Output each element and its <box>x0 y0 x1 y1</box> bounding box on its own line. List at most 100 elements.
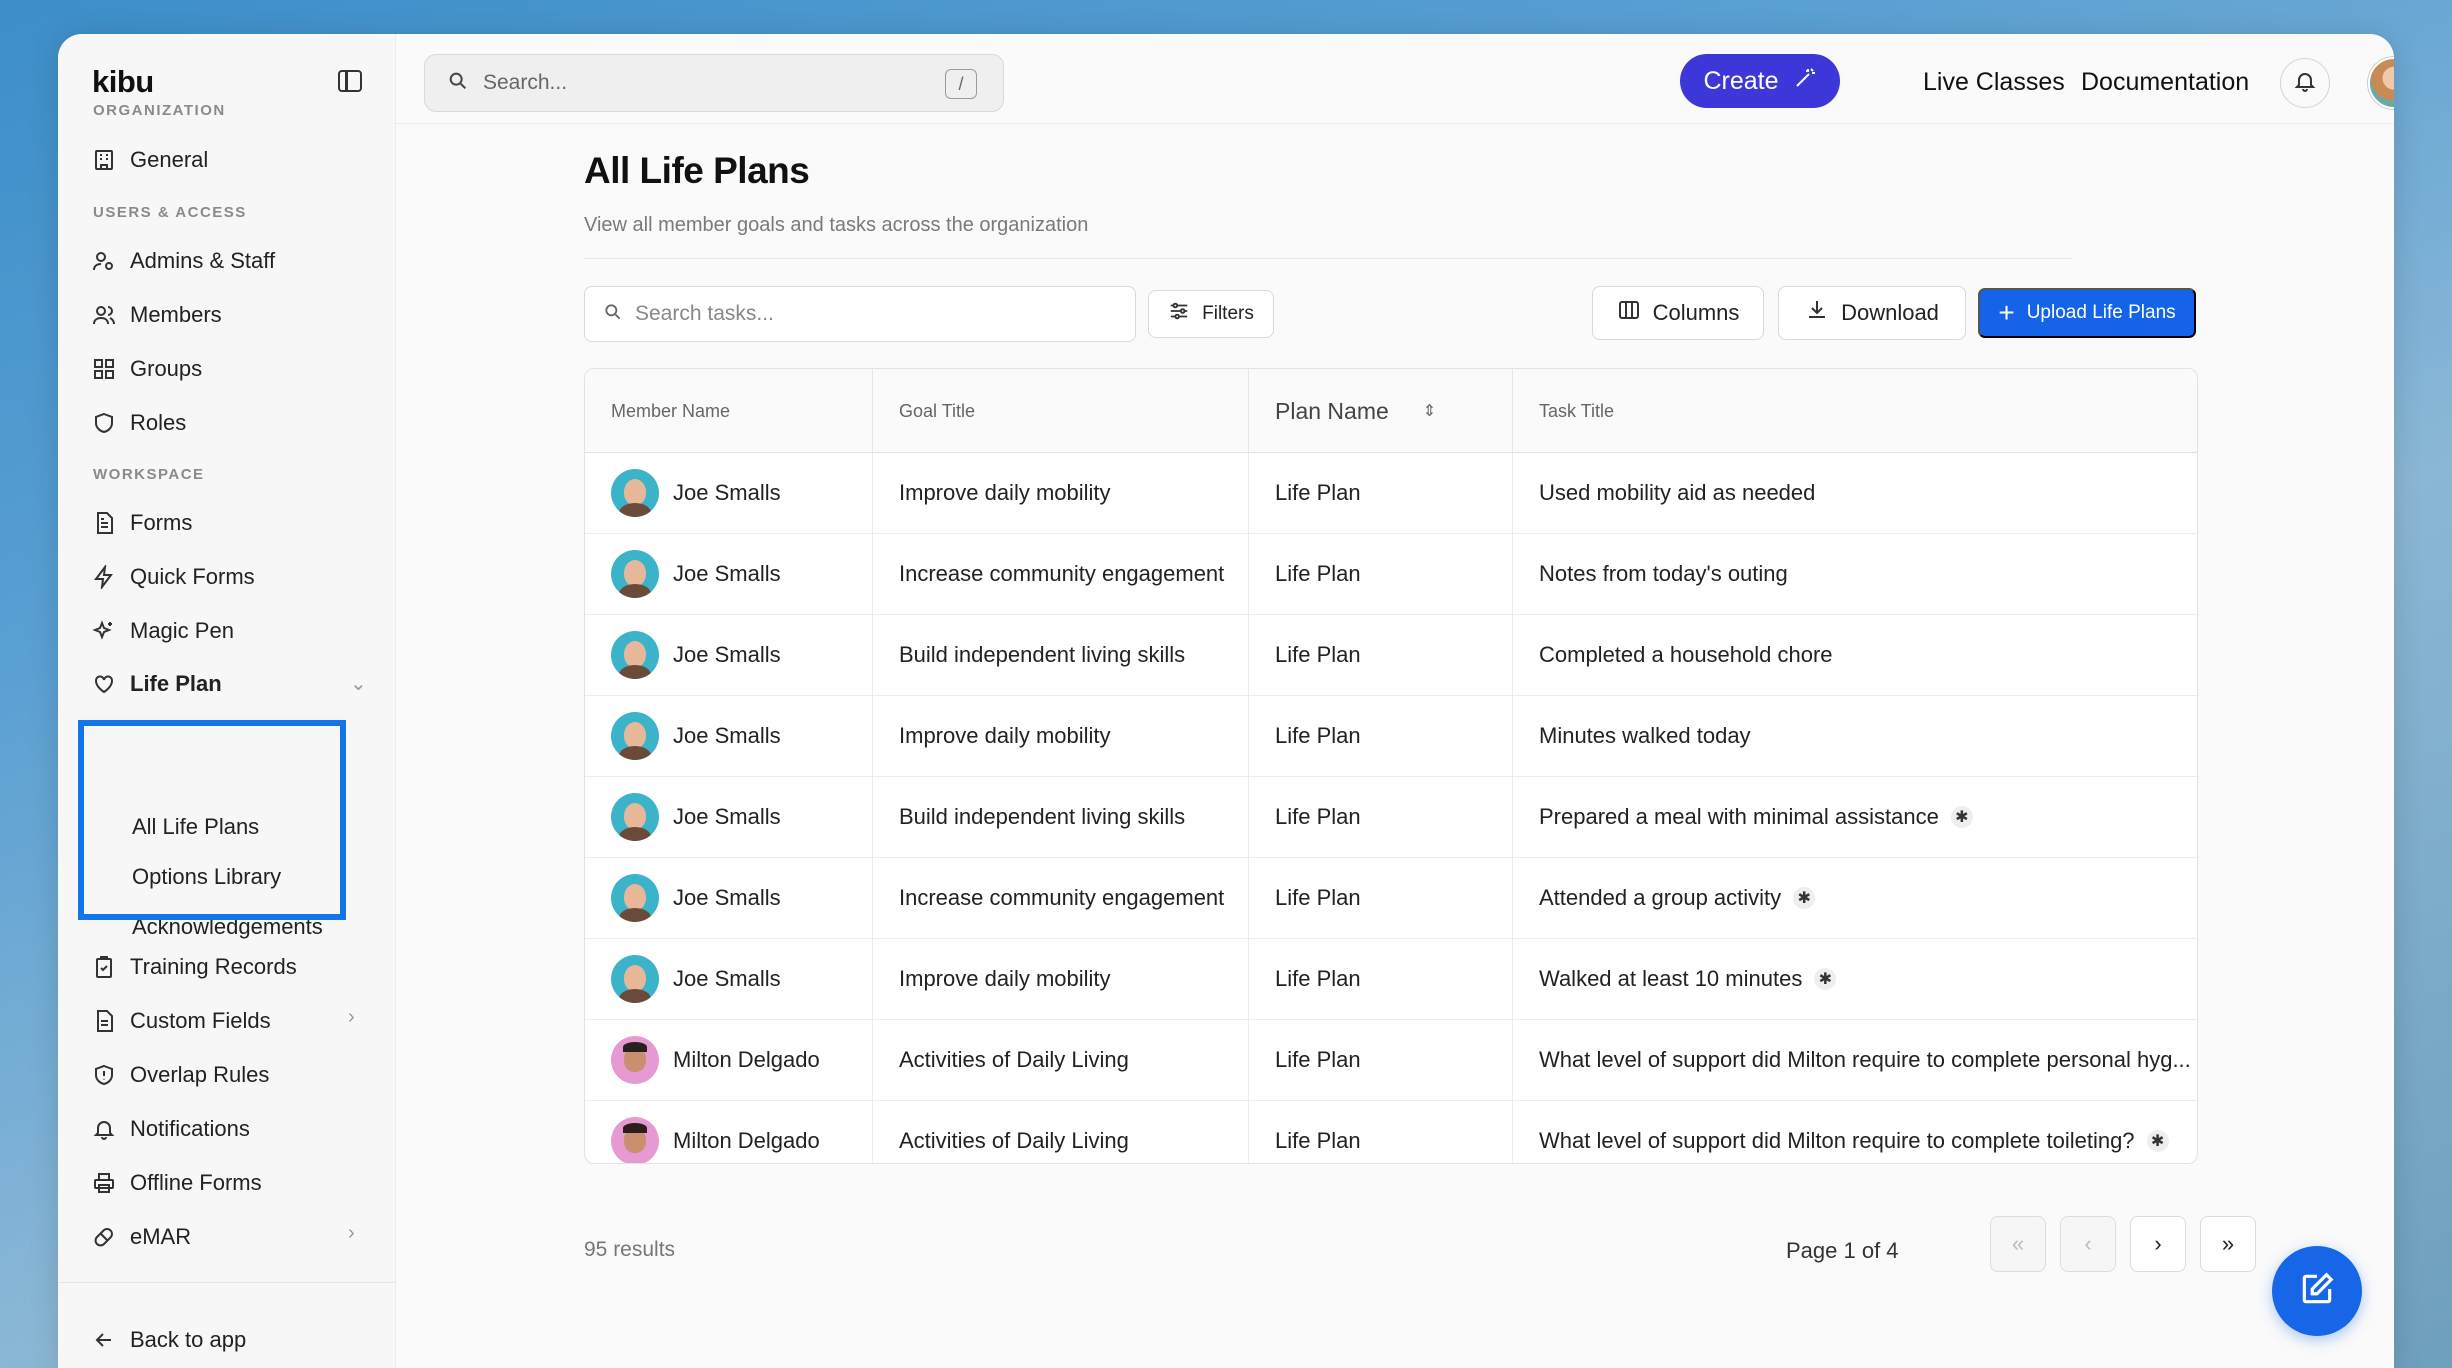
cell-member: Joe Smalls <box>585 453 873 533</box>
cell-plan: Life Plan <box>1249 1020 1513 1100</box>
live-classes-link[interactable]: Live Classes <box>1923 68 2065 97</box>
sidebar-item-offline-forms[interactable]: Offline Forms <box>92 1163 262 1203</box>
sidebar-item-custom-fields[interactable]: Custom Fields <box>92 1001 271 1041</box>
section-label-users-access: USERS & ACCESS <box>93 204 247 221</box>
users-icon <box>92 303 116 327</box>
notifications-button[interactable] <box>2280 58 2330 108</box>
chevron-right-icon[interactable]: › <box>348 1222 355 1245</box>
cell-member: Joe Smalls <box>585 696 873 776</box>
table-row[interactable]: Joe Smalls Increase community engagement L… <box>585 534 2197 615</box>
member-avatar <box>611 631 659 679</box>
last-page-button[interactable]: » <box>2200 1216 2256 1272</box>
cell-text: Life Plan <box>1275 561 1361 586</box>
columns-button[interactable]: Columns <box>1592 286 1764 340</box>
sidebar-item-groups[interactable]: Groups <box>92 349 202 389</box>
user-avatar[interactable] <box>2368 57 2394 109</box>
upload-label: Upload Life Plans <box>2026 302 2176 323</box>
cell-text: Improve daily mobility <box>899 480 1111 505</box>
member-avatar <box>611 1036 659 1084</box>
sidebar-item-label: Life Plan <box>130 671 222 696</box>
cell-text: Life Plan <box>1275 480 1361 505</box>
sidebar-item-training-records[interactable]: Training Records <box>92 947 297 987</box>
cell-task: Walked at least 10 minutes ✱ <box>1513 939 2197 1019</box>
required-asterisk-icon: ✱ <box>1793 887 1816 909</box>
documentation-link[interactable]: Documentation <box>2081 68 2249 97</box>
table-row[interactable]: Milton Delgado Activities of Daily Living… <box>585 1020 2197 1101</box>
task-search-input[interactable] <box>635 302 1115 326</box>
search-icon <box>447 70 469 97</box>
sidebar-item-quick-forms[interactable]: Quick Forms <box>92 557 255 597</box>
cell-goal: Activities of Daily Living <box>873 1101 1249 1163</box>
clipboard-check-icon <box>92 955 116 979</box>
table-row[interactable]: Joe Smalls Build independent living skill… <box>585 777 2197 858</box>
sidebar-item-label: Custom Fields <box>130 1008 271 1033</box>
sidebar-item-notifications[interactable]: Notifications <box>92 1109 250 1149</box>
table-row[interactable]: Milton Delgado Activities of Daily Living… <box>585 1101 2197 1163</box>
cell-plan: Life Plan <box>1249 696 1513 776</box>
columns-icon <box>1617 298 1641 328</box>
sidebar-item-label: Members <box>130 302 222 327</box>
first-page-button[interactable]: « <box>1990 1216 2046 1272</box>
cell-goal: Improve daily mobility <box>873 939 1249 1019</box>
grid-icon <box>92 357 116 381</box>
user-cog-icon <box>92 249 116 273</box>
sidebar-item-label: Groups <box>130 356 203 381</box>
download-button[interactable]: Download <box>1778 286 1966 340</box>
chevron-right-icon[interactable]: › <box>348 1006 355 1029</box>
global-search[interactable]: / <box>424 54 1004 112</box>
cell-text: Increase community engagement <box>899 561 1225 586</box>
task-search[interactable] <box>584 286 1136 342</box>
search-input[interactable] <box>483 71 913 95</box>
cell-text: Minutes walked today <box>1539 723 1751 748</box>
highlight-annotation <box>78 720 346 920</box>
results-count: 95 results <box>584 1238 676 1261</box>
member-avatar <box>611 874 659 922</box>
sidebar-item-members[interactable]: Members <box>92 295 222 335</box>
sidebar-item-forms[interactable]: Forms <box>92 503 192 543</box>
sidebar-item-label: Roles <box>130 410 187 435</box>
member-avatar <box>611 469 659 517</box>
column-header-plan-name[interactable]: Plan Name ⇕ <box>1249 369 1513 453</box>
pill-icon <box>92 1225 116 1249</box>
sidebar: kibu ORGANIZATION General USERS & ACCESS… <box>58 34 396 1368</box>
compose-fab[interactable] <box>2272 1246 2362 1336</box>
column-header-task-title[interactable]: Task Title <box>1513 369 2197 453</box>
table-row[interactable]: Joe Smalls Improve daily mobility Life Pla… <box>585 696 2197 777</box>
member-avatar <box>611 550 659 598</box>
sort-icon[interactable]: ⇕ <box>1423 401 1436 421</box>
sidebar-item-roles[interactable]: Roles <box>92 403 186 443</box>
sidebar-item-magic-pen[interactable]: Magic Pen <box>92 611 234 651</box>
sidebar-item-label: Offline Forms <box>130 1170 262 1195</box>
column-header-goal-title[interactable]: Goal Title <box>873 369 1249 453</box>
table-row[interactable]: Joe Smalls Improve daily mobility Life Pla… <box>585 453 2197 534</box>
cell-task: What level of support did Milton require… <box>1513 1101 2197 1163</box>
cell-text: What level of support did Milton require… <box>1539 1047 2191 1072</box>
upload-life-plans-button[interactable]: + Upload Life Plans <box>1978 288 2196 338</box>
column-header-member-name[interactable]: Member Name <box>585 369 873 453</box>
cell-text: Build independent living skills <box>899 804 1186 829</box>
sidebar-item-emar[interactable]: eMAR <box>92 1217 191 1257</box>
sidebar-toggle-icon[interactable] <box>338 70 362 92</box>
cell-task: Notes from today's outing <box>1513 534 2197 614</box>
back-to-app-link[interactable]: Back to app <box>92 1320 246 1360</box>
cell-text: Notes from today's outing <box>1539 561 1788 586</box>
sidebar-item-overlap-rules[interactable]: Overlap Rules <box>92 1055 269 1095</box>
table-row[interactable]: Joe Smalls Build independent living skill… <box>585 615 2197 696</box>
table-row[interactable]: Joe Smalls Improve daily mobility Life Pla… <box>585 939 2197 1020</box>
sidebar-item-general[interactable]: General <box>92 140 208 180</box>
section-label-workspace: WORKSPACE <box>93 466 205 483</box>
filters-button[interactable]: Filters <box>1148 290 1274 338</box>
prev-page-button[interactable]: ‹ <box>2060 1216 2116 1272</box>
cell-text: Joe Smalls <box>673 480 781 505</box>
sidebar-item-label: Forms <box>130 510 193 535</box>
create-button[interactable]: Create <box>1680 54 1840 108</box>
sidebar-item-admins-staff[interactable]: Admins & Staff <box>92 241 275 281</box>
cell-goal: Increase community engagement <box>873 534 1249 614</box>
arrow-left-icon <box>92 1328 116 1352</box>
next-page-button[interactable]: › <box>2130 1216 2186 1272</box>
app-logo[interactable]: kibu <box>92 64 154 100</box>
chevron-down-icon[interactable]: ⌄ <box>350 671 367 696</box>
table-row[interactable]: Joe Smalls Increase community engagement L… <box>585 858 2197 939</box>
sidebar-item-label: eMAR <box>130 1224 192 1249</box>
sidebar-item-life-plan[interactable]: Life Plan <box>92 664 222 704</box>
